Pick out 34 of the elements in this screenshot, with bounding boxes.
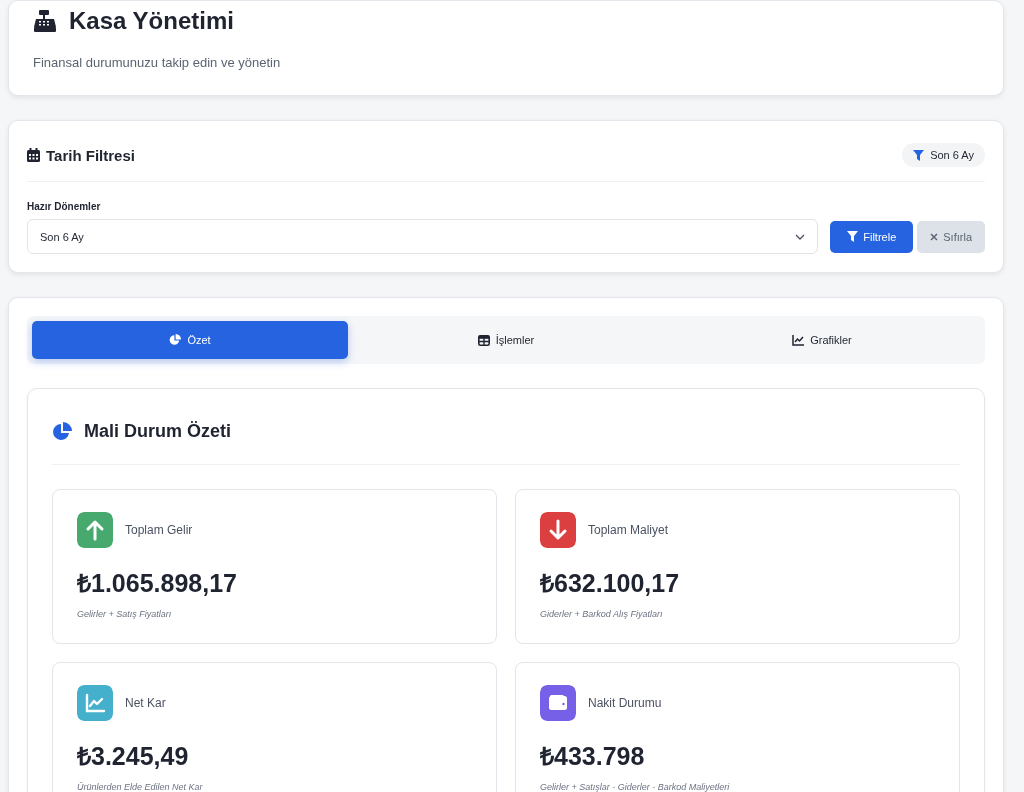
pie-chart-icon	[52, 421, 72, 442]
page-title: Kasa Yönetimi	[69, 7, 234, 35]
filter-button[interactable]: Filtrele	[830, 220, 914, 253]
card-note: Gelirler + Satışlar - Giderler - Barkod Maliyetleri	[540, 782, 731, 792]
card-label: Toplam Maliyet	[588, 523, 669, 537]
reset-button[interactable]: Sıfırla	[917, 220, 985, 253]
close-icon	[930, 232, 939, 241]
card-note: Ürünlerden Elde Edilen Net Kar	[77, 782, 204, 792]
tab[interactable]: İşlemler	[348, 321, 664, 359]
card-value: ₺632.100,17	[540, 568, 681, 599]
table-icon	[477, 334, 490, 346]
card-label: Toplam Gelir	[125, 523, 193, 537]
filter-icon	[847, 231, 859, 242]
period-select[interactable]: Son 6 Ay	[27, 219, 819, 254]
chevron-down-icon	[795, 233, 806, 240]
card-note: Giderler + Barkod Alış Fiyatları	[540, 609, 664, 619]
section-title: Tarih Filtresi	[46, 146, 135, 164]
card-value: ₺1.065.898,17	[77, 568, 238, 599]
active-filter-badge: Son 6 Ay	[902, 143, 985, 167]
section-title: Mali Durum Özeti	[84, 421, 231, 442]
tab[interactable]: Grafikler	[664, 321, 980, 359]
card-note: Gelirler + Satış Fiyatları	[77, 609, 173, 619]
cash-register-icon	[33, 10, 57, 32]
field-label: Hazır Dönemler	[27, 201, 102, 212]
card-value: ₺3.245,49	[77, 741, 190, 772]
line-chart-icon	[792, 334, 805, 346]
card-value: ₺433.798	[540, 741, 646, 772]
card-label: Net Kar	[125, 696, 166, 710]
tab[interactable]: Özet	[32, 321, 348, 359]
card-label: Nakit Durumu	[588, 696, 662, 710]
page-subtitle: Finansal durumunuzu takip edin ve yönetin	[33, 55, 282, 70]
pie-chart-icon	[169, 334, 182, 346]
filter-icon	[913, 149, 925, 161]
calendar-icon	[27, 148, 40, 162]
